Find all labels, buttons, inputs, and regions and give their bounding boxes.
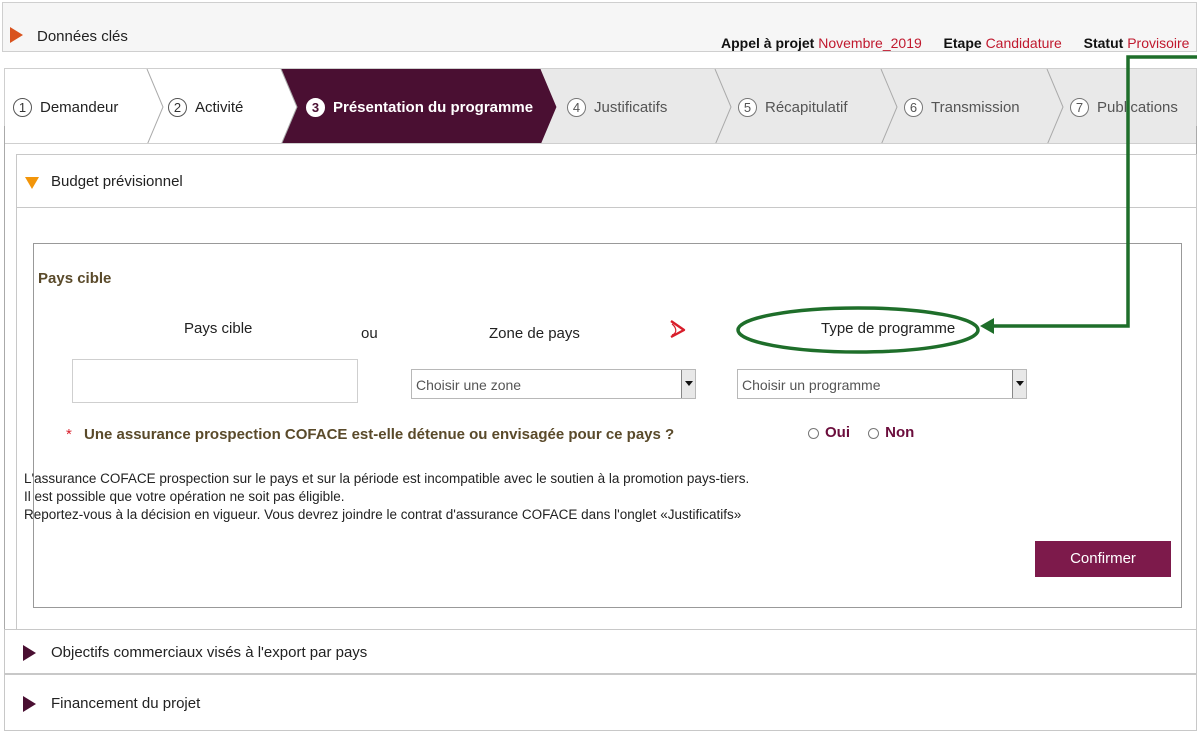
appel-label: Appel à projet — [721, 35, 815, 51]
radio-oui-label: Oui — [825, 424, 850, 441]
step-number: 6 — [904, 97, 923, 117]
triangle-right-icon — [23, 696, 36, 712]
step-number: 2 — [168, 97, 187, 117]
step-number: 7 — [1070, 97, 1089, 117]
accordion-budget[interactable]: Budget prévisionnel — [16, 154, 1197, 208]
section-title: Pays cible — [38, 270, 112, 287]
radio-circle[interactable] — [868, 427, 880, 439]
info-line: Reportez-vous à la décision en vigueur. … — [24, 507, 742, 522]
etape-value: Candidature — [985, 35, 1062, 51]
radio-non[interactable]: Non — [868, 424, 914, 441]
info-line: Il est possible que votre opération ne s… — [24, 489, 345, 504]
step-number: 5 — [738, 97, 757, 117]
coface-info: L'assurance COFACE prospection sur le pa… — [24, 470, 749, 524]
zone-label: Zone de pays — [489, 325, 580, 342]
step-label: Publications — [1097, 98, 1178, 116]
info-line: L'assurance COFACE prospection sur le pa… — [24, 471, 750, 486]
programme-select-value: Choisir un programme — [742, 377, 881, 393]
type-programme-label: Type de programme — [821, 320, 956, 337]
step-label: Présentation du programme — [333, 98, 534, 116]
appel-value: Novembre_2019 — [818, 35, 922, 51]
triangle-right-icon — [23, 645, 36, 661]
pays-cible-input[interactable] — [72, 359, 358, 403]
programme-select[interactable]: Choisir un programme — [737, 369, 1027, 399]
coface-question: * Une assurance prospection COFACE est-e… — [66, 426, 674, 443]
radio-non-label: Non — [885, 424, 915, 441]
pdf-icon[interactable] — [667, 318, 687, 340]
step-label: Transmission — [931, 98, 1020, 116]
step-number: 3 — [306, 97, 325, 117]
triangle-down-icon — [25, 177, 39, 189]
key-data-title[interactable]: Données clés — [37, 28, 128, 45]
step-number: 1 — [13, 97, 32, 117]
accordion-financement[interactable]: Financement du projet — [4, 674, 1197, 731]
pays-cible-label: Pays cible — [184, 320, 253, 337]
accordion-budget-label: Budget prévisionnel — [51, 173, 183, 190]
accordion-objectifs-label: Objectifs commerciaux visés à l'export p… — [51, 644, 368, 661]
radio-oui[interactable]: Oui — [808, 424, 854, 441]
statut-value: Provisoire — [1127, 35, 1190, 51]
coface-question-text: Une assurance prospection COFACE est-ell… — [84, 426, 675, 443]
confirm-button[interactable]: Confirmer — [1035, 541, 1171, 577]
project-meta: Appel à projet Novembre_2019 Etape Candi… — [721, 35, 1189, 51]
ou-label: ou — [361, 325, 378, 342]
key-data-bar: Données clés Appel à projet Novembre_201… — [2, 2, 1197, 52]
accordion-objectifs[interactable]: Objectifs commerciaux visés à l'export p… — [4, 629, 1197, 674]
accordion-financement-label: Financement du projet — [51, 695, 201, 712]
statut-label: Statut — [1083, 35, 1124, 51]
radio-circle[interactable] — [808, 427, 819, 439]
etape-label: Etape — [943, 35, 982, 51]
zone-select-value: Choisir une zone — [416, 377, 522, 393]
step-label: Récapitulatif — [765, 98, 848, 116]
step-label: Justificatifs — [594, 98, 668, 116]
zone-select[interactable]: Choisir une zone — [411, 369, 696, 399]
step-number: 4 — [567, 97, 586, 117]
chevron-down-icon — [681, 370, 695, 398]
step-label: Demandeur — [40, 98, 119, 116]
triangle-right-icon[interactable] — [10, 27, 23, 43]
coface-radio-group: Oui Non — [808, 424, 928, 441]
required-marker: * — [66, 426, 72, 443]
step-label: Activité — [195, 98, 244, 116]
chevron-down-icon — [1012, 370, 1026, 398]
